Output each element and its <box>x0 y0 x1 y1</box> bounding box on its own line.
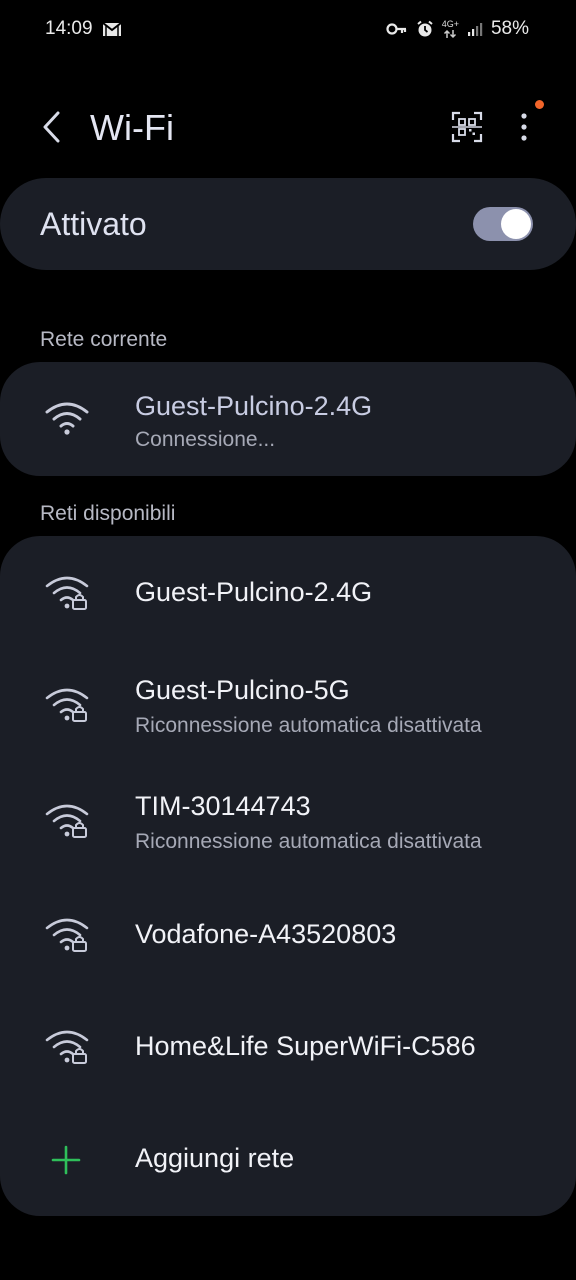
wifi-toggle[interactable] <box>473 207 533 241</box>
more-options-button[interactable] <box>508 108 540 146</box>
add-network-button[interactable]: Aggiungi rete <box>0 1104 576 1216</box>
wifi-icon <box>45 402 89 435</box>
network-subtitle: Riconnessione automatica disattivata <box>135 714 482 737</box>
page-title: Wi-Fi <box>90 107 174 148</box>
network-list-item[interactable]: Home&Life SuperWiFi-C586 <box>0 992 576 1104</box>
qr-code-scan-icon <box>451 111 483 143</box>
network-list-item[interactable]: TIM-30144743 Riconnessione automatica di… <box>0 764 576 880</box>
network-name: Home&Life SuperWiFi-C586 <box>135 1031 476 1061</box>
qr-scan-button[interactable] <box>448 108 486 146</box>
notification-dot <box>535 100 544 109</box>
current-network-name: Guest-Pulcino-2.4G <box>135 391 373 421</box>
network-type: 4G+ <box>441 18 459 29</box>
signal-icon <box>467 21 483 37</box>
network-name: Vodafone-A43520803 <box>135 919 397 949</box>
data-arrows-icon: 4G+ <box>441 18 459 39</box>
add-network-label: Aggiungi rete <box>135 1143 295 1173</box>
current-network-section-label: Rete corrente <box>40 328 168 351</box>
gmail-icon <box>102 22 122 42</box>
app-bar: Wi-Fi <box>0 95 576 159</box>
network-name: Guest-Pulcino-5G <box>135 675 350 705</box>
wifi-locked-icon <box>45 576 89 610</box>
battery-percent: 58% <box>490 18 529 39</box>
network-list-item[interactable]: Guest-Pulcino-2.4G <box>0 536 576 648</box>
wifi-locked-icon <box>45 1030 89 1064</box>
current-network-card[interactable]: Guest-Pulcino-2.4G Connessione... <box>0 362 576 476</box>
alarm-icon <box>416 20 434 38</box>
toggle-knob <box>501 209 531 239</box>
network-name: Guest-Pulcino-2.4G <box>135 577 373 607</box>
status-icons: 4G+ 58% <box>386 18 529 40</box>
wifi-locked-icon <box>45 804 89 838</box>
back-button[interactable] <box>36 109 66 145</box>
more-vert-icon <box>521 113 527 141</box>
back-arrow-icon <box>43 111 60 143</box>
status-time: 14:09 <box>45 18 93 39</box>
network-list-item[interactable]: Guest-Pulcino-5G Riconnessione automatic… <box>0 648 576 764</box>
network-subtitle: Riconnessione automatica disattivata <box>135 830 482 853</box>
wifi-locked-icon <box>45 688 89 722</box>
status-bar: 14:09 4G+ 58% <box>0 0 576 60</box>
master-switch-label: Attivato <box>40 206 147 242</box>
plus-icon <box>51 1145 81 1175</box>
vpn-key-icon <box>386 22 408 36</box>
wifi-locked-icon <box>45 918 89 952</box>
current-network-status: Connessione... <box>135 428 276 451</box>
current-network-row[interactable]: Guest-Pulcino-2.4G Connessione... <box>0 362 576 476</box>
network-name: TIM-30144743 <box>135 791 311 821</box>
network-list-item[interactable]: Vodafone-A43520803 <box>0 880 576 992</box>
available-networks-card: Guest-Pulcino-2.4G Guest-Pulcino-5G Rico… <box>0 536 576 1216</box>
available-networks-section-label: Reti disponibili <box>40 502 176 525</box>
